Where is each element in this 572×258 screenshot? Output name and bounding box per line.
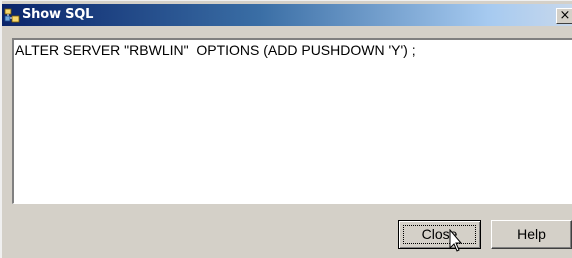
window-title: Show SQL	[22, 7, 94, 22]
help-button-label: Help	[517, 226, 546, 242]
sql-statement: ALTER SERVER "RBWLIN" OPTIONS (ADD PUSHD…	[15, 42, 416, 58]
mouse-pointer-icon	[449, 229, 463, 252]
close-icon[interactable]: ×	[556, 8, 572, 24]
close-button[interactable]: Close	[398, 220, 481, 249]
sql-text-area[interactable]: ALTER SERVER "RBWLIN" OPTIONS (ADD PUSHD…	[12, 38, 572, 204]
db-tables-icon	[4, 8, 20, 23]
show-sql-dialog: Show SQL × ALTER SERVER "RBWLIN" OPTIONS…	[0, 0, 572, 258]
title-bar[interactable]: Show SQL ×	[2, 4, 572, 26]
help-button[interactable]: Help	[491, 220, 572, 249]
focus-ring	[403, 225, 476, 244]
